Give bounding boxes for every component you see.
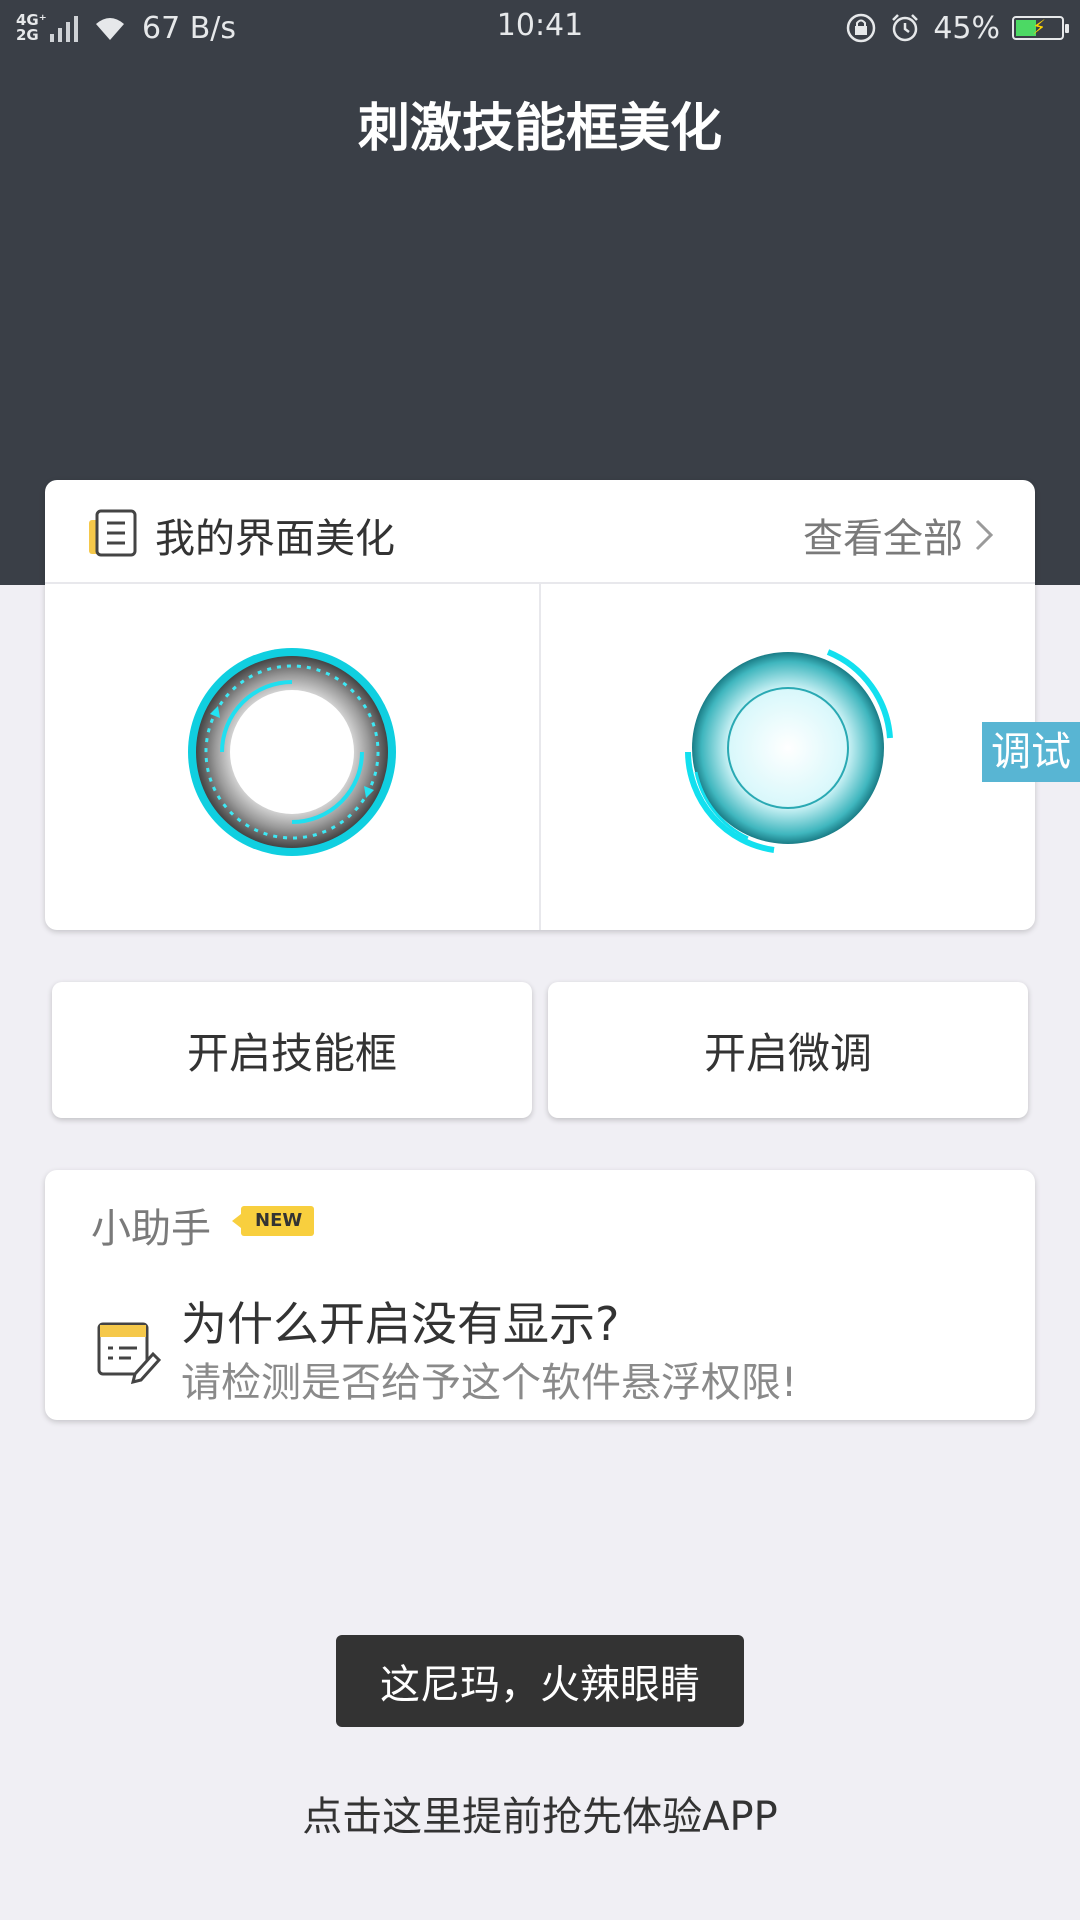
lock-rotation-icon: [847, 13, 876, 43]
book-icon: [89, 509, 137, 557]
battery-percent: 45%: [933, 10, 1000, 46]
my-ui-card: 我的界面美化 查看全部: [45, 480, 1035, 930]
skill-frame-thumbnail-1[interactable]: [45, 584, 539, 930]
helper-card[interactable]: 小助手 NEW 为什么开启没有显示? 请检测是否给予这个软件悬浮权限!: [45, 1170, 1035, 1420]
skill-frame-ring-2: [685, 649, 893, 853]
helper-answer: 请检测是否给予这个软件悬浮权限!: [181, 1360, 798, 1406]
open-skill-frame-button[interactable]: 开启技能框: [52, 982, 532, 1118]
my-ui-title: 我的界面美化: [155, 516, 395, 562]
status-right: 45% ⚡: [845, 8, 1069, 48]
debug-tab[interactable]: 调试: [982, 722, 1080, 782]
ui-thumbnails: [45, 584, 1035, 930]
helper-title: 小助手: [91, 1206, 211, 1252]
skill-frame-ring-1: [188, 648, 396, 856]
my-ui-card-header: 我的界面美化 查看全部: [45, 480, 1035, 584]
helper-question: 为什么开启没有显示?: [181, 1297, 620, 1351]
page-title: 刺激技能框美化: [357, 99, 722, 159]
open-fine-tune-button[interactable]: 开启微调: [548, 982, 1028, 1118]
toast-message: 这尼玛，火辣眼睛: [336, 1635, 744, 1727]
battery-icon: ⚡: [1012, 15, 1069, 40]
charging-icon: ⚡: [1032, 15, 1047, 39]
early-access-link[interactable]: 点击这里提前抢先体验APP: [0, 1784, 1080, 1842]
status-bar: 4G⁺ 2G 67 B/s 10:41 45% ⚡: [0, 0, 1080, 56]
view-all-link[interactable]: 查看全部: [803, 506, 995, 564]
view-all-label: 查看全部: [803, 516, 963, 562]
new-badge: NEW: [231, 1206, 315, 1236]
chevron-right-icon: [975, 519, 994, 551]
skill-frame-thumbnail-2[interactable]: [541, 584, 1035, 930]
note-edit-icon: [97, 1322, 161, 1384]
alarm-icon: [892, 14, 919, 42]
